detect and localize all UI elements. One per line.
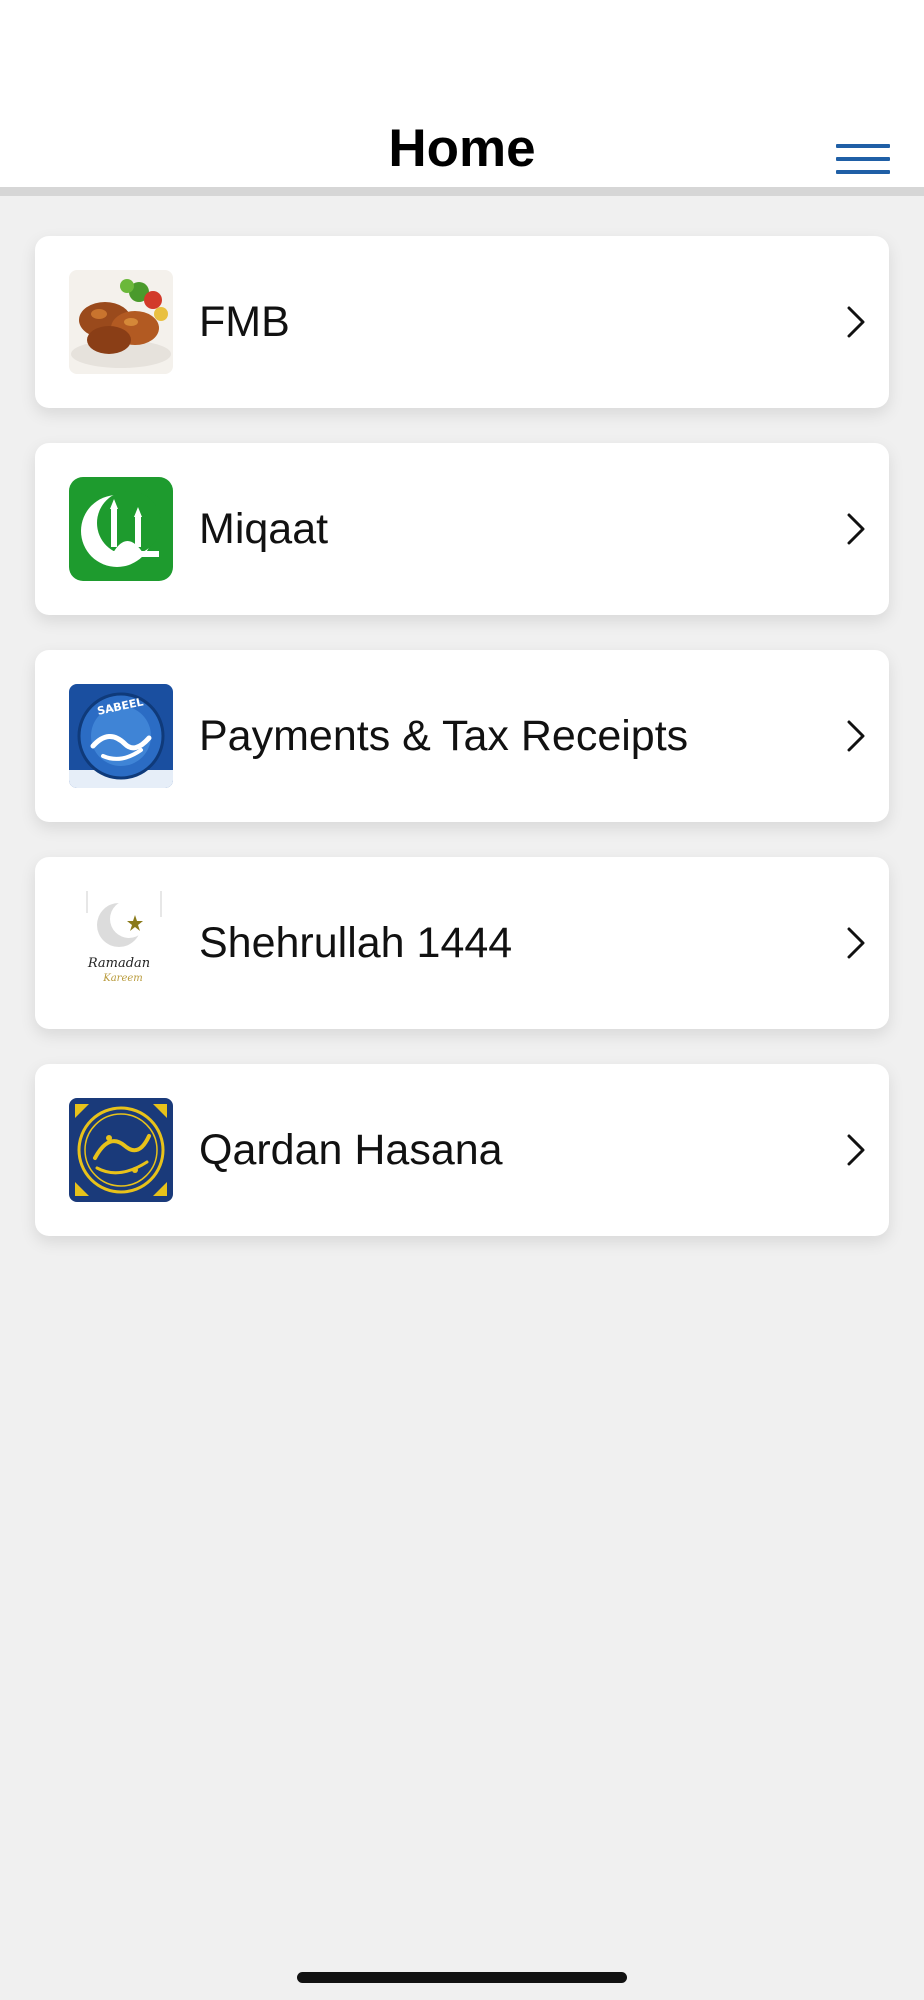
- home-indicator[interactable]: [297, 1972, 627, 1983]
- chevron-right-icon: [847, 720, 865, 752]
- ramadan-kareem-icon: Ramadan Kareem: [69, 891, 173, 995]
- svg-text:Ramadan: Ramadan: [87, 956, 150, 971]
- menu-item-label: Miqaat: [199, 504, 329, 553]
- menu-item-label: Qardan Hasana: [199, 1125, 503, 1174]
- chevron-right-icon: [847, 513, 865, 545]
- menu-item-label: Payments & Tax Receipts: [199, 711, 689, 760]
- header-divider: [0, 187, 924, 196]
- chevron-right-icon: [847, 306, 865, 338]
- chevron-right-icon: [847, 927, 865, 959]
- hamburger-menu-button[interactable]: [832, 140, 892, 180]
- chevron-right-icon: [847, 1134, 865, 1166]
- menu-item-label: FMB: [199, 297, 290, 346]
- qardan-hasana-calligraphy-icon: [69, 1098, 173, 1202]
- svg-text:Kareem: Kareem: [102, 973, 143, 984]
- miqaat-mosque-crescent-icon: [69, 477, 173, 581]
- hamburger-menu-icon: [836, 144, 890, 148]
- menu-item-payments[interactable]: SABEEL Payments & Tax Receipts: [35, 650, 889, 822]
- menu-item-fmb[interactable]: FMB: [35, 236, 889, 408]
- menu-list: FMB Miqaat SABEEL Payments & Tax Receipt…: [35, 236, 889, 1271]
- menu-item-label: Shehrullah 1444: [199, 918, 513, 967]
- home-screen: Home FMB Miqaat SABEEL Payments & Tax Re…: [0, 0, 924, 2000]
- menu-item-shehrullah[interactable]: Ramadan Kareem Shehrullah 1444: [35, 857, 889, 1029]
- sabeel-logo-icon: SABEEL: [69, 684, 173, 788]
- fmb-food-thumbnail: [69, 270, 173, 374]
- navigation-bar: Home: [0, 0, 924, 190]
- page-title: Home: [388, 119, 536, 178]
- menu-item-miqaat[interactable]: Miqaat: [35, 443, 889, 615]
- menu-item-qardan-hasana[interactable]: Qardan Hasana: [35, 1064, 889, 1236]
